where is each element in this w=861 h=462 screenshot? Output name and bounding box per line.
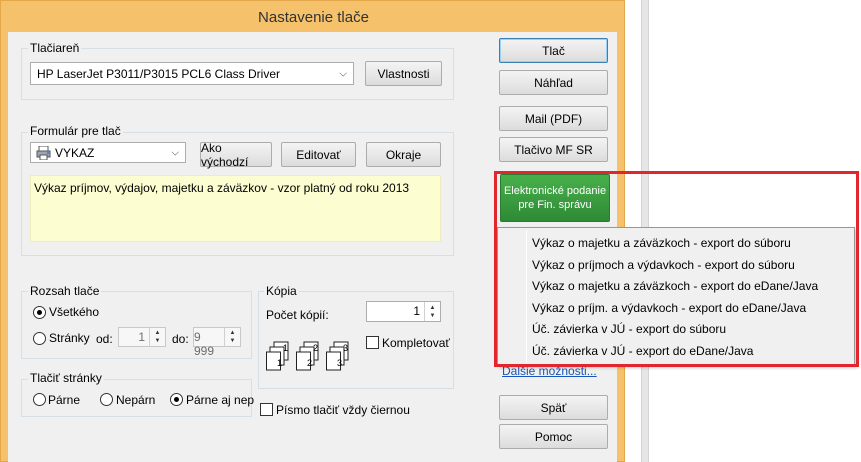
printer-form-icon <box>36 146 51 160</box>
range-to-input[interactable]: 9 999 ▲ ▼ <box>193 327 241 358</box>
svg-text:3: 3 <box>337 358 342 368</box>
range-from-value: 1 <box>138 330 145 344</box>
svg-text:1: 1 <box>277 358 282 368</box>
properties-button[interactable]: Vlastnosti <box>365 61 442 86</box>
spin-arrows-icon: ▲ ▼ <box>424 302 440 321</box>
dialog-title[interactable]: Nastavenie tlače <box>1 1 626 33</box>
chevron-down-icon: ⌵ <box>171 147 179 158</box>
margins-button[interactable]: Okraje <box>366 142 441 167</box>
printer-select-value: HP LaserJet P3011/P3015 PCL6 Class Drive… <box>37 66 281 81</box>
copies-group-label: Kópia <box>264 284 299 298</box>
collate-label: Kompletovať <box>382 336 450 350</box>
form-select[interactable]: VYKAZ ⌵ <box>30 142 186 163</box>
range-all-radio[interactable] <box>33 306 46 319</box>
print-pages-group-label: Tlačiť stránky <box>28 371 104 385</box>
help-button[interactable]: Pomoc <box>499 424 608 449</box>
edit-button[interactable]: Editovať <box>281 142 356 167</box>
svg-text:1: 1 <box>283 343 288 353</box>
svg-text:2: 2 <box>313 343 318 353</box>
form-select-value: VYKAZ <box>55 145 95 160</box>
printer-select[interactable]: HP LaserJet P3011/P3015 PCL6 Class Drive… <box>30 62 354 85</box>
pages-odd-label: Nepárn <box>116 393 156 407</box>
spin-arrows-icon: ▲ ▼ <box>224 328 240 346</box>
copies-count-label: Počet kópií: <box>266 308 329 322</box>
pages-even-radio[interactable] <box>33 393 46 406</box>
print-button[interactable]: Tlač <box>499 38 608 63</box>
collate-checkbox[interactable] <box>366 336 379 349</box>
range-from-input[interactable]: 1 ▲ ▼ <box>118 327 166 347</box>
range-to-label: do: <box>172 332 189 346</box>
pages-both-label: Párne aj nep <box>186 393 255 407</box>
set-default-button[interactable]: Ako východzí <box>200 141 272 169</box>
pages-even-label: Párne <box>48 393 81 407</box>
mail-pdf-button[interactable]: Mail (PDF) <box>499 106 608 131</box>
print-range-group-label: Rozsah tlače <box>28 284 102 298</box>
back-button[interactable]: Späť <box>499 395 608 420</box>
black-font-checkbox[interactable] <box>260 403 273 416</box>
range-all-label: Všetkého <box>49 305 100 319</box>
mf-form-button[interactable]: Tlačivo MF SR <box>499 137 608 162</box>
collate-pages-icon: 11 22 33 <box>266 341 349 371</box>
form-description: Výkaz príjmov, výdajov, majetku a záväzk… <box>34 181 410 195</box>
range-from-label: od: <box>96 332 113 346</box>
svg-text:2: 2 <box>307 358 312 368</box>
spin-arrows-icon: ▲ ▼ <box>149 328 165 346</box>
form-description-box: Výkaz príjmov, výdajov, majetku a záväzk… <box>30 175 441 242</box>
pages-both-radio[interactable] <box>170 393 183 406</box>
copies-count-value: 1 <box>413 304 420 318</box>
range-to-value: 9 999 <box>194 330 215 358</box>
preview-button[interactable]: Náhľad <box>499 70 608 95</box>
range-pages-radio[interactable] <box>33 332 46 345</box>
black-font-label: Písmo tlačiť vždy čiernou <box>276 403 410 417</box>
range-pages-label: Stránky <box>49 331 90 345</box>
chevron-down-icon: ⌵ <box>339 68 347 79</box>
pages-odd-radio[interactable] <box>100 393 113 406</box>
printer-group-label: Tlačiareň <box>28 41 82 55</box>
form-group-label: Formulár pre tlač <box>28 124 123 138</box>
copies-count-input[interactable]: 1 ▲ ▼ <box>366 301 441 322</box>
highlight-frame <box>494 171 859 367</box>
svg-text:3: 3 <box>343 343 348 353</box>
